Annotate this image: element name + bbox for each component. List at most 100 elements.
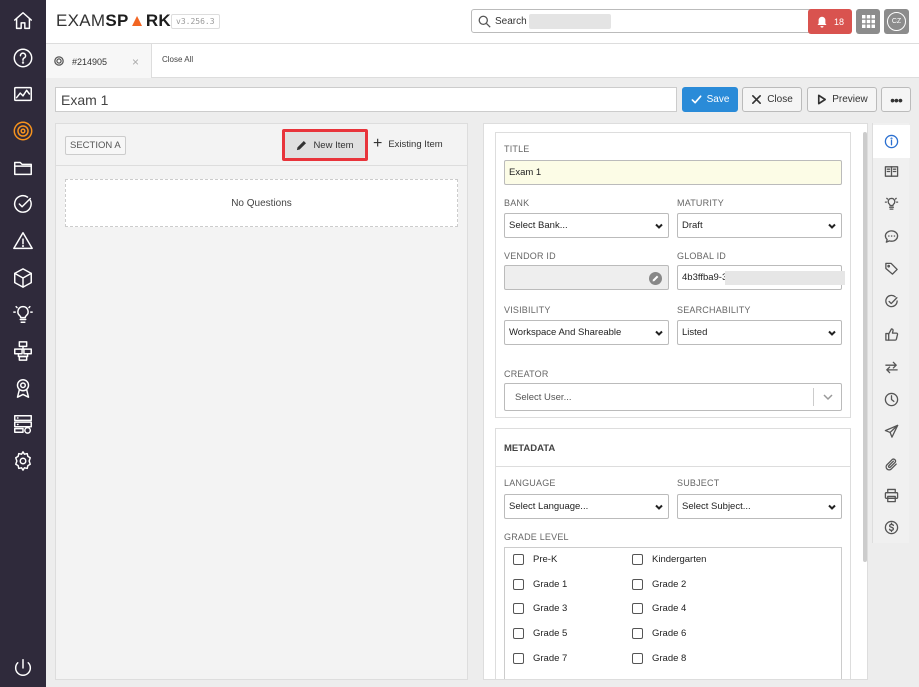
home-icon[interactable] xyxy=(0,5,46,37)
grade-checkbox-grade-1[interactable]: Grade 1 xyxy=(513,579,567,590)
cube-icon[interactable] xyxy=(0,262,46,294)
apps-button[interactable] xyxy=(856,9,880,34)
edit-icon[interactable] xyxy=(649,272,662,285)
exam-tab-icon xyxy=(54,56,64,66)
searchability-label: SEARCHABILITY xyxy=(677,305,751,315)
grade-label: Grade 6 xyxy=(652,628,687,639)
send-icon[interactable] xyxy=(873,415,910,448)
top-bar: EXAMSP▲RK v3.256.3 Search 18 CZ xyxy=(46,0,919,44)
app-window: EXAMSP▲RK v3.256.3 Search 18 CZ #214905 … xyxy=(0,0,919,687)
thumbs-up-icon[interactable] xyxy=(873,318,910,351)
checkbox[interactable] xyxy=(513,653,524,664)
global-id-field[interactable]: 4b3ffba9-3 xyxy=(677,265,845,290)
scrollbar[interactable] xyxy=(863,132,867,562)
bank-select[interactable]: Select Bank... xyxy=(504,213,669,238)
existing-item-label: Existing Item xyxy=(388,138,443,150)
close-all-link[interactable]: Close All xyxy=(162,55,193,64)
general-card: TITLE Exam 1 BANK Select Bank... MATURIT… xyxy=(495,132,851,418)
empty-questions-placeholder: No Questions xyxy=(65,179,458,227)
power-icon[interactable] xyxy=(0,652,46,684)
creator-select[interactable]: Select User... xyxy=(504,383,842,411)
save-button[interactable]: Save xyxy=(682,87,738,112)
grade-label: Grade 5 xyxy=(533,628,568,639)
pencil-icon xyxy=(297,140,307,150)
checkbox[interactable] xyxy=(632,653,643,664)
logo[interactable]: EXAMSP▲RK xyxy=(56,11,171,31)
paperclip-icon[interactable] xyxy=(873,448,910,481)
help-icon[interactable] xyxy=(0,42,46,74)
grade-checkbox-grade-7[interactable]: Grade 7 xyxy=(513,653,567,664)
tab-close-icon[interactable]: × xyxy=(132,55,139,69)
print-icon[interactable] xyxy=(873,479,910,512)
maturity-select[interactable]: Draft xyxy=(677,213,842,238)
lightbulb-icon[interactable] xyxy=(0,298,46,330)
search-input[interactable]: Search xyxy=(471,9,845,33)
swap-icon[interactable] xyxy=(873,351,910,384)
grade-label: Grade 8 xyxy=(652,653,687,664)
save-label: Save xyxy=(706,94,730,105)
workflow-icon[interactable] xyxy=(0,335,46,367)
grade-checkbox-grade-3[interactable]: Grade 3 xyxy=(513,603,567,614)
more-options-button[interactable]: ••• xyxy=(881,87,911,112)
notifications-button[interactable]: 18 xyxy=(808,9,852,34)
search-label: Search xyxy=(495,16,527,27)
settings-icon[interactable] xyxy=(0,445,46,477)
checkbox[interactable] xyxy=(513,554,524,565)
grade-checkbox-grade-8[interactable]: Grade 8 xyxy=(632,653,686,664)
existing-item-button[interactable]: + Existing Item xyxy=(373,136,443,152)
section-label[interactable]: SECTION A xyxy=(65,136,126,155)
info-icon[interactable] xyxy=(873,125,910,158)
grade-label: Grade 7 xyxy=(533,653,568,664)
preview-button[interactable]: Preview xyxy=(807,87,877,112)
checkbox[interactable] xyxy=(513,603,524,614)
grade-checkbox-pre-k[interactable]: Pre-K xyxy=(513,554,557,565)
folder-icon[interactable] xyxy=(0,152,46,184)
close-button[interactable]: Close xyxy=(742,87,802,112)
user-avatar-button[interactable]: CZ xyxy=(884,9,909,34)
award-icon[interactable] xyxy=(0,372,46,404)
analytics-icon[interactable] xyxy=(0,78,46,110)
title-field[interactable]: Exam 1 xyxy=(504,160,842,185)
play-icon xyxy=(818,94,827,105)
subject-select[interactable]: Select Subject... xyxy=(677,494,842,519)
checkbox[interactable] xyxy=(632,554,643,565)
visibility-value: Workspace And Shareable xyxy=(509,327,622,338)
searchability-select[interactable]: Listed xyxy=(677,320,842,345)
grade-checkbox-grade-5[interactable]: Grade 5 xyxy=(513,628,567,639)
checkbox[interactable] xyxy=(632,579,643,590)
metadata-card: METADATA LANGUAGE Select Language... SUB… xyxy=(495,428,851,679)
chevron-down-icon xyxy=(828,329,836,337)
exam-title-input[interactable] xyxy=(55,87,677,112)
exams-icon[interactable] xyxy=(0,115,46,147)
visibility-select[interactable]: Workspace And Shareable xyxy=(504,320,669,345)
search-icon xyxy=(478,15,491,28)
searchability-value: Listed xyxy=(682,327,708,338)
checkbox[interactable] xyxy=(632,603,643,614)
sidebar xyxy=(0,0,46,687)
warning-icon[interactable] xyxy=(0,225,46,257)
check-circle-icon[interactable] xyxy=(873,285,910,318)
grade-checkbox-grade-4[interactable]: Grade 4 xyxy=(632,603,686,614)
check-icon[interactable] xyxy=(0,188,46,220)
clock-icon[interactable] xyxy=(873,383,910,416)
language-select[interactable]: Select Language... xyxy=(504,494,669,519)
tag-icon[interactable] xyxy=(873,252,910,285)
checkbox[interactable] xyxy=(632,628,643,639)
avatar-initials: CZ xyxy=(887,12,906,31)
checkbox[interactable] xyxy=(513,628,524,639)
book-icon[interactable] xyxy=(873,155,910,188)
server-icon[interactable] xyxy=(0,408,46,440)
lightbulb-icon[interactable] xyxy=(873,187,910,220)
grade-checkbox-grade-6[interactable]: Grade 6 xyxy=(632,628,686,639)
grade-checkbox-kindergarten[interactable]: Kindergarten xyxy=(632,554,706,565)
checkbox[interactable] xyxy=(513,579,524,590)
vendor-id-field[interactable] xyxy=(504,265,669,290)
comment-icon[interactable] xyxy=(873,220,910,253)
new-item-button[interactable]: New Item xyxy=(285,132,365,158)
grade-checkbox-grade-2[interactable]: Grade 2 xyxy=(632,579,686,590)
dollar-icon[interactable] xyxy=(873,511,910,544)
section-header: SECTION A New Item + Existing Item xyxy=(56,124,467,166)
tab-exam[interactable]: #214905 × xyxy=(46,44,152,78)
maturity-value: Draft xyxy=(682,220,703,231)
new-item-label: New Item xyxy=(313,139,354,151)
